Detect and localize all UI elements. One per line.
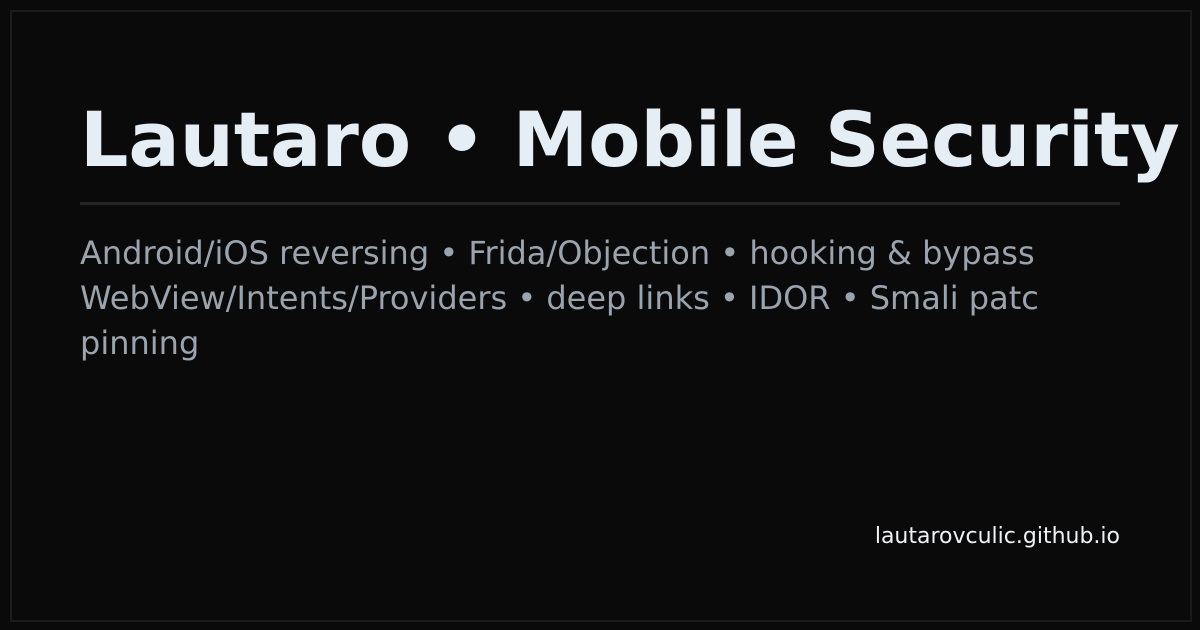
subtitle-line: Android/iOS reversing • Frida/Objection … (80, 234, 1035, 272)
card-subtitle: Android/iOS reversing • Frida/Objection … (80, 231, 1039, 366)
site-url: lautarovculic.github.io (874, 524, 1120, 549)
card-title: Lautaro • Mobile Security (80, 95, 1180, 184)
title-divider (80, 202, 1120, 205)
share-card: Lautaro • Mobile Security Android/iOS re… (0, 0, 1200, 630)
subtitle-line: pinning (80, 324, 200, 362)
subtitle-line: WebView/Intents/Providers • deep links •… (80, 279, 1039, 317)
